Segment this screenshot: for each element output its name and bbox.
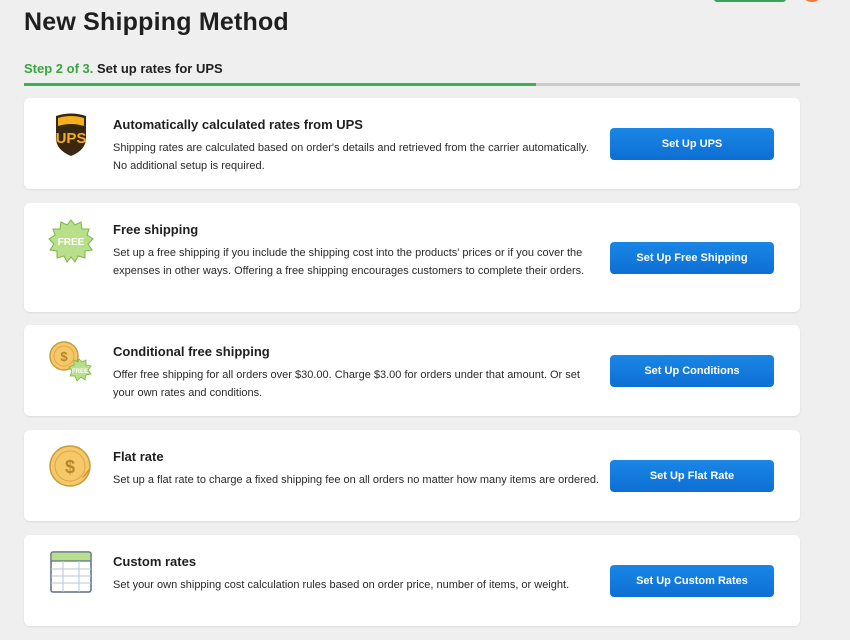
shipping-method-card-ups: UPS Automatically calculated rates from … (24, 98, 800, 189)
top-status-bar (714, 0, 786, 2)
method-description: Shipping rates are calculated based on o… (113, 142, 589, 172)
method-title: Free shipping (113, 222, 199, 237)
shipping-method-card-free: FREE Free shipping Set up a free shippin… (24, 203, 800, 312)
shipping-method-card-conditional: $ FREE Conditional free shipping Offer f… (24, 325, 800, 416)
method-title: Automatically calculated rates from UPS (113, 117, 363, 132)
svg-text:UPS: UPS (56, 130, 87, 147)
step-description: Set up rates for UPS (96, 61, 223, 76)
coin-free-badge-icon: $ FREE (48, 339, 94, 385)
method-title: Conditional free shipping (113, 344, 270, 359)
progress-bar-fill (24, 83, 537, 86)
svg-text:$: $ (65, 457, 75, 477)
method-description: Set your own shipping cost calculation r… (113, 579, 570, 591)
shipping-method-card-custom: Custom rates Set your own shipping cost … (24, 535, 800, 626)
step-number: Step 2 of 3. (24, 61, 94, 76)
free-badge-text: FREE (58, 237, 85, 248)
page-title: New Shipping Method (24, 8, 289, 36)
step-indicator: Step 2 of 3. Set up rates for UPS (24, 61, 223, 76)
method-description: Set up a free shipping if you include th… (113, 247, 585, 277)
method-description: Set up a flat rate to charge a fixed shi… (113, 474, 600, 486)
spreadsheet-icon (48, 549, 94, 595)
ups-logo-icon: UPS (48, 112, 94, 158)
coin-sticker-icon: $ (48, 444, 94, 490)
setup-ups-button[interactable]: Set Up UPS (610, 128, 774, 160)
shipping-method-card-flat-rate: $ Flat rate Set up a flat rate to charge… (24, 430, 800, 521)
notification-dot (804, 0, 820, 2)
free-badge-icon: FREE (48, 218, 94, 264)
setup-custom-rates-button[interactable]: Set Up Custom Rates (610, 565, 774, 597)
method-title: Flat rate (113, 449, 164, 464)
progress-bar (24, 83, 800, 86)
svg-text:$: $ (60, 349, 68, 364)
setup-conditions-button[interactable]: Set Up Conditions (610, 355, 774, 387)
setup-flat-rate-button[interactable]: Set Up Flat Rate (610, 460, 774, 492)
free-badge-text: FREE (72, 369, 88, 375)
method-description: Offer free shipping for all orders over … (113, 369, 580, 399)
method-title: Custom rates (113, 554, 197, 569)
setup-free-shipping-button[interactable]: Set Up Free Shipping (610, 242, 774, 274)
